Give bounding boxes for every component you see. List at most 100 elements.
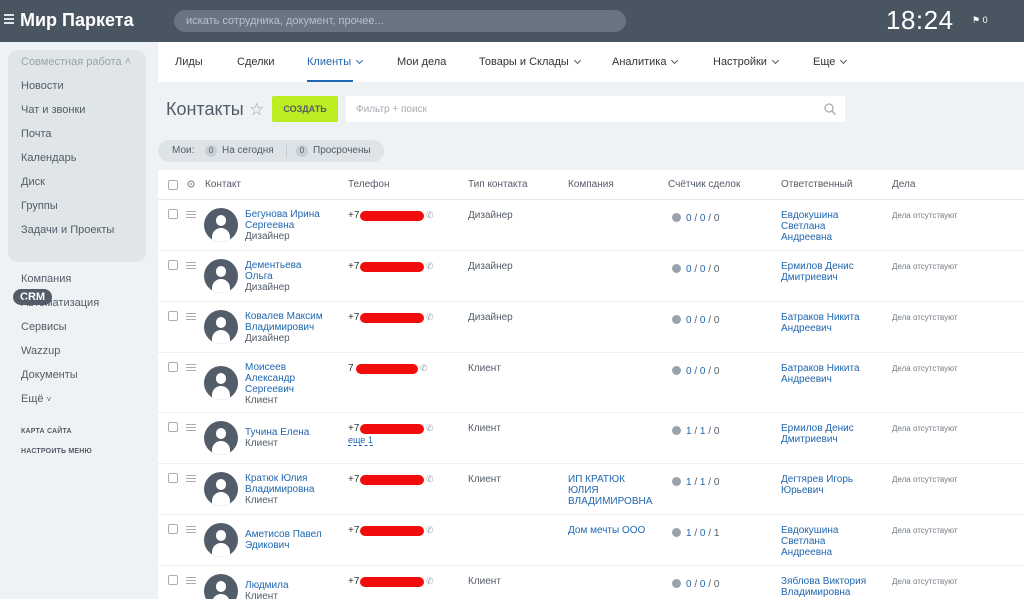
drag-handle-icon[interactable] <box>186 526 196 533</box>
call-icon[interactable]: ✆ <box>426 474 434 485</box>
call-icon[interactable]: ✆ <box>426 210 434 221</box>
responsible-link[interactable]: Дегтярев Игорь Юрьевич <box>781 474 871 496</box>
column-header-responsible[interactable]: Ответственный <box>781 179 852 190</box>
contact-name-link[interactable]: Людмила <box>245 580 329 591</box>
overdue-counter[interactable]: Просрочены <box>313 145 371 156</box>
call-icon[interactable]: ✆ <box>426 423 434 434</box>
row-checkbox[interactable] <box>168 473 178 483</box>
table-row[interactable]: Моисеев Александр Сергеевич Клиент 7 ✆ Кл… <box>158 353 1024 413</box>
responsible-link[interactable]: Зяблова Виктория Владимировна <box>781 576 871 598</box>
call-icon[interactable]: ✆ <box>420 363 428 374</box>
more-phones-link[interactable]: еще 1 <box>348 435 373 446</box>
create-button[interactable]: СОЗДАТЬ <box>272 96 338 122</box>
menu-item-tasks[interactable]: Задачи и Проекты <box>21 224 114 236</box>
search-icon[interactable] <box>823 102 837 116</box>
drag-handle-icon[interactable] <box>186 475 196 482</box>
table-row[interactable]: Ковалев Максим Владимирович Дизайнер +7 ✆… <box>158 302 1024 353</box>
overdue-count-badge[interactable]: 0 <box>296 145 308 157</box>
call-icon[interactable]: ✆ <box>426 312 434 323</box>
responsible-link[interactable]: Батраков Никита Андреевич <box>781 363 871 385</box>
column-header-activities[interactable]: Дела <box>892 179 915 190</box>
menu-item-calendar[interactable]: Календарь <box>21 152 77 164</box>
row-checkbox[interactable] <box>168 362 178 372</box>
menu-item-wazzup[interactable]: Wazzup <box>21 345 60 357</box>
column-header-phone[interactable]: Телефон <box>348 179 389 190</box>
contact-name-link[interactable]: Тучина Елена <box>245 427 329 438</box>
row-checkbox[interactable] <box>168 209 178 219</box>
tab-leads[interactable]: Лиды <box>175 56 203 68</box>
menu-item-automation[interactable]: Автоматизация <box>21 297 99 309</box>
table-row[interactable]: Кратюк Юлия Владимировна Клиент +7 ✆ Клие… <box>158 464 1024 515</box>
drag-handle-icon[interactable] <box>186 313 196 320</box>
responsible-link[interactable]: Евдокушина Светлана Андреевна <box>781 210 871 243</box>
gear-icon[interactable] <box>186 179 196 189</box>
select-all-checkbox[interactable] <box>168 180 178 190</box>
company-link[interactable]: ИП КРАТЮК ЮЛИЯ ВЛАДИМИРОВНА <box>568 474 658 507</box>
star-icon[interactable]: ☆ <box>249 100 264 120</box>
menu-item-services[interactable]: Сервисы <box>21 321 67 333</box>
app-title[interactable]: Мир Паркета <box>20 10 134 31</box>
menu-item-news[interactable]: Новости <box>21 80 64 92</box>
column-header-contact[interactable]: Контакт <box>205 179 241 190</box>
call-icon[interactable]: ✆ <box>426 261 434 272</box>
tab-more[interactable]: Еще <box>813 56 848 68</box>
row-checkbox[interactable] <box>168 524 178 534</box>
deals-counter[interactable]: 1 / 0 / 1 <box>672 527 719 539</box>
contact-name-link[interactable]: Дементьева Ольга <box>245 260 329 282</box>
row-checkbox[interactable] <box>168 575 178 585</box>
global-search[interactable] <box>174 10 626 32</box>
contact-name-link[interactable]: Моисеев Александр Сергеевич <box>245 362 329 395</box>
company-link[interactable]: Дом мечты ООО <box>568 525 658 536</box>
drag-handle-icon[interactable] <box>186 262 196 269</box>
deals-counter[interactable]: 1 / 1 / 0 <box>672 476 719 488</box>
menu-item-disk[interactable]: Диск <box>21 176 45 188</box>
contact-name-link[interactable]: Ковалев Максим Владимирович <box>245 311 329 333</box>
configure-menu-link[interactable]: НАСТРОИТЬ МЕНЮ <box>21 448 92 455</box>
drag-handle-icon[interactable] <box>186 364 196 371</box>
menu-item-documents[interactable]: Документы <box>21 369 78 381</box>
deals-counter[interactable]: 0 / 0 / 0 <box>672 212 719 224</box>
menu-item-mail[interactable]: Почта <box>21 128 52 140</box>
table-row[interactable]: Людмила Клиент +7 ✆ Клиент 0 / 0 / 0 Зябл… <box>158 566 1024 599</box>
site-map-link[interactable]: КАРТА САЙТА <box>21 428 72 435</box>
tab-analytics[interactable]: Аналитика <box>612 56 679 68</box>
tab-clients[interactable]: Клиенты <box>307 56 364 68</box>
tab-my-activities[interactable]: Мои дела <box>397 56 446 68</box>
global-search-input[interactable] <box>174 10 626 32</box>
deals-counter[interactable]: 0 / 0 / 0 <box>672 365 719 377</box>
today-count-badge[interactable]: 0 <box>205 145 217 157</box>
menu-group-title[interactable]: Совместная работа ˄ <box>21 56 131 68</box>
menu-item-company[interactable]: Компания <box>21 273 71 285</box>
menu-toggle-icon[interactable] <box>4 14 14 24</box>
call-icon[interactable]: ✆ <box>426 576 434 587</box>
table-row[interactable]: Бегунова Ирина Сергеевна Дизайнер +7 ✆ Ди… <box>158 200 1024 251</box>
table-row[interactable]: Тучина Елена Клиент +7 ✆ еще 1 Клиент 1 /… <box>158 413 1024 464</box>
call-icon[interactable]: ✆ <box>426 525 434 536</box>
row-checkbox[interactable] <box>168 311 178 321</box>
drag-handle-icon[interactable] <box>186 577 196 584</box>
notification-flag[interactable]: ⚑ 0 <box>972 15 988 26</box>
filter-search[interactable] <box>346 96 845 122</box>
menu-item-groups[interactable]: Группы <box>21 200 58 212</box>
responsible-link[interactable]: Евдокушина Светлана Андреевна <box>781 525 871 558</box>
column-header-contact-type[interactable]: Тип контакта <box>468 179 528 190</box>
column-header-deals-counter[interactable]: Счётчик сделок <box>668 179 740 190</box>
deals-counter[interactable]: 0 / 0 / 0 <box>672 263 719 275</box>
tab-deals[interactable]: Сделки <box>237 56 275 68</box>
clock[interactable]: 18:24 <box>886 5 954 36</box>
tab-products[interactable]: Товары и Склады <box>479 56 581 68</box>
menu-item-chat[interactable]: Чат и звонки <box>21 104 85 116</box>
contact-name-link[interactable]: Кратюк Юлия Владимировна <box>245 473 329 495</box>
deals-counter[interactable]: 0 / 0 / 0 <box>672 578 719 590</box>
responsible-link[interactable]: Батраков Никита Андреевич <box>781 312 871 334</box>
table-row[interactable]: Дементьева Ольга Дизайнер +7 ✆ Дизайнер 0… <box>158 251 1024 302</box>
deals-counter[interactable]: 0 / 0 / 0 <box>672 314 719 326</box>
menu-item-more[interactable]: Ещё ˅ <box>21 393 51 405</box>
contact-name-link[interactable]: Бегунова Ирина Сергеевна <box>245 209 329 231</box>
drag-handle-icon[interactable] <box>186 424 196 431</box>
column-header-company[interactable]: Компания <box>568 179 614 190</box>
row-checkbox[interactable] <box>168 260 178 270</box>
tab-settings[interactable]: Настройки <box>713 56 779 68</box>
row-checkbox[interactable] <box>168 422 178 432</box>
responsible-link[interactable]: Ермилов Денис Дмитриевич <box>781 261 871 283</box>
